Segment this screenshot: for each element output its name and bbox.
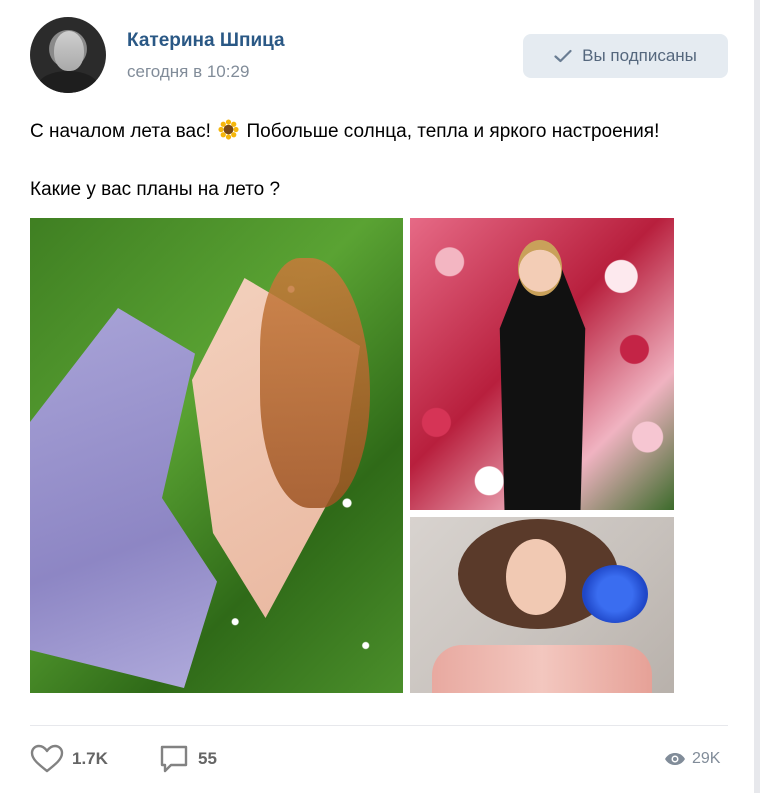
avatar[interactable] [30,17,106,93]
subscribed-label: Вы подписаны [582,46,697,65]
post-text: С началом лета вас! Побольше солнца, теп… [30,118,730,204]
post-photo-2[interactable] [410,218,674,510]
like-count: 1.7K [72,749,108,768]
subscribed-button[interactable]: Вы подписаны [523,34,728,78]
post-photo-3[interactable] [410,517,674,693]
like-button[interactable]: 1.7K [30,741,108,777]
comment-icon [160,745,188,773]
post-photo-1[interactable] [30,218,403,693]
comment-button[interactable]: 55 [158,741,217,777]
post-time[interactable]: сегодня в 10:29 [127,62,249,82]
author-name[interactable]: Катерина Шпица [127,30,285,52]
eye-icon [665,753,685,765]
comment-count: 55 [198,749,217,768]
check-icon [554,49,572,63]
views-count: 29K [692,750,721,767]
post-text-line2: Какие у вас планы на лето ? [30,179,281,200]
sunflower-icon [218,119,239,140]
heart-icon [30,744,64,773]
page-border [754,0,760,793]
views-counter: 29K [664,741,720,777]
divider [30,725,728,726]
post-text-line1-start: С началом лета вас! [30,121,211,142]
post-text-line1-end: Побольше солнца, тепла и яркого настроен… [246,121,660,142]
